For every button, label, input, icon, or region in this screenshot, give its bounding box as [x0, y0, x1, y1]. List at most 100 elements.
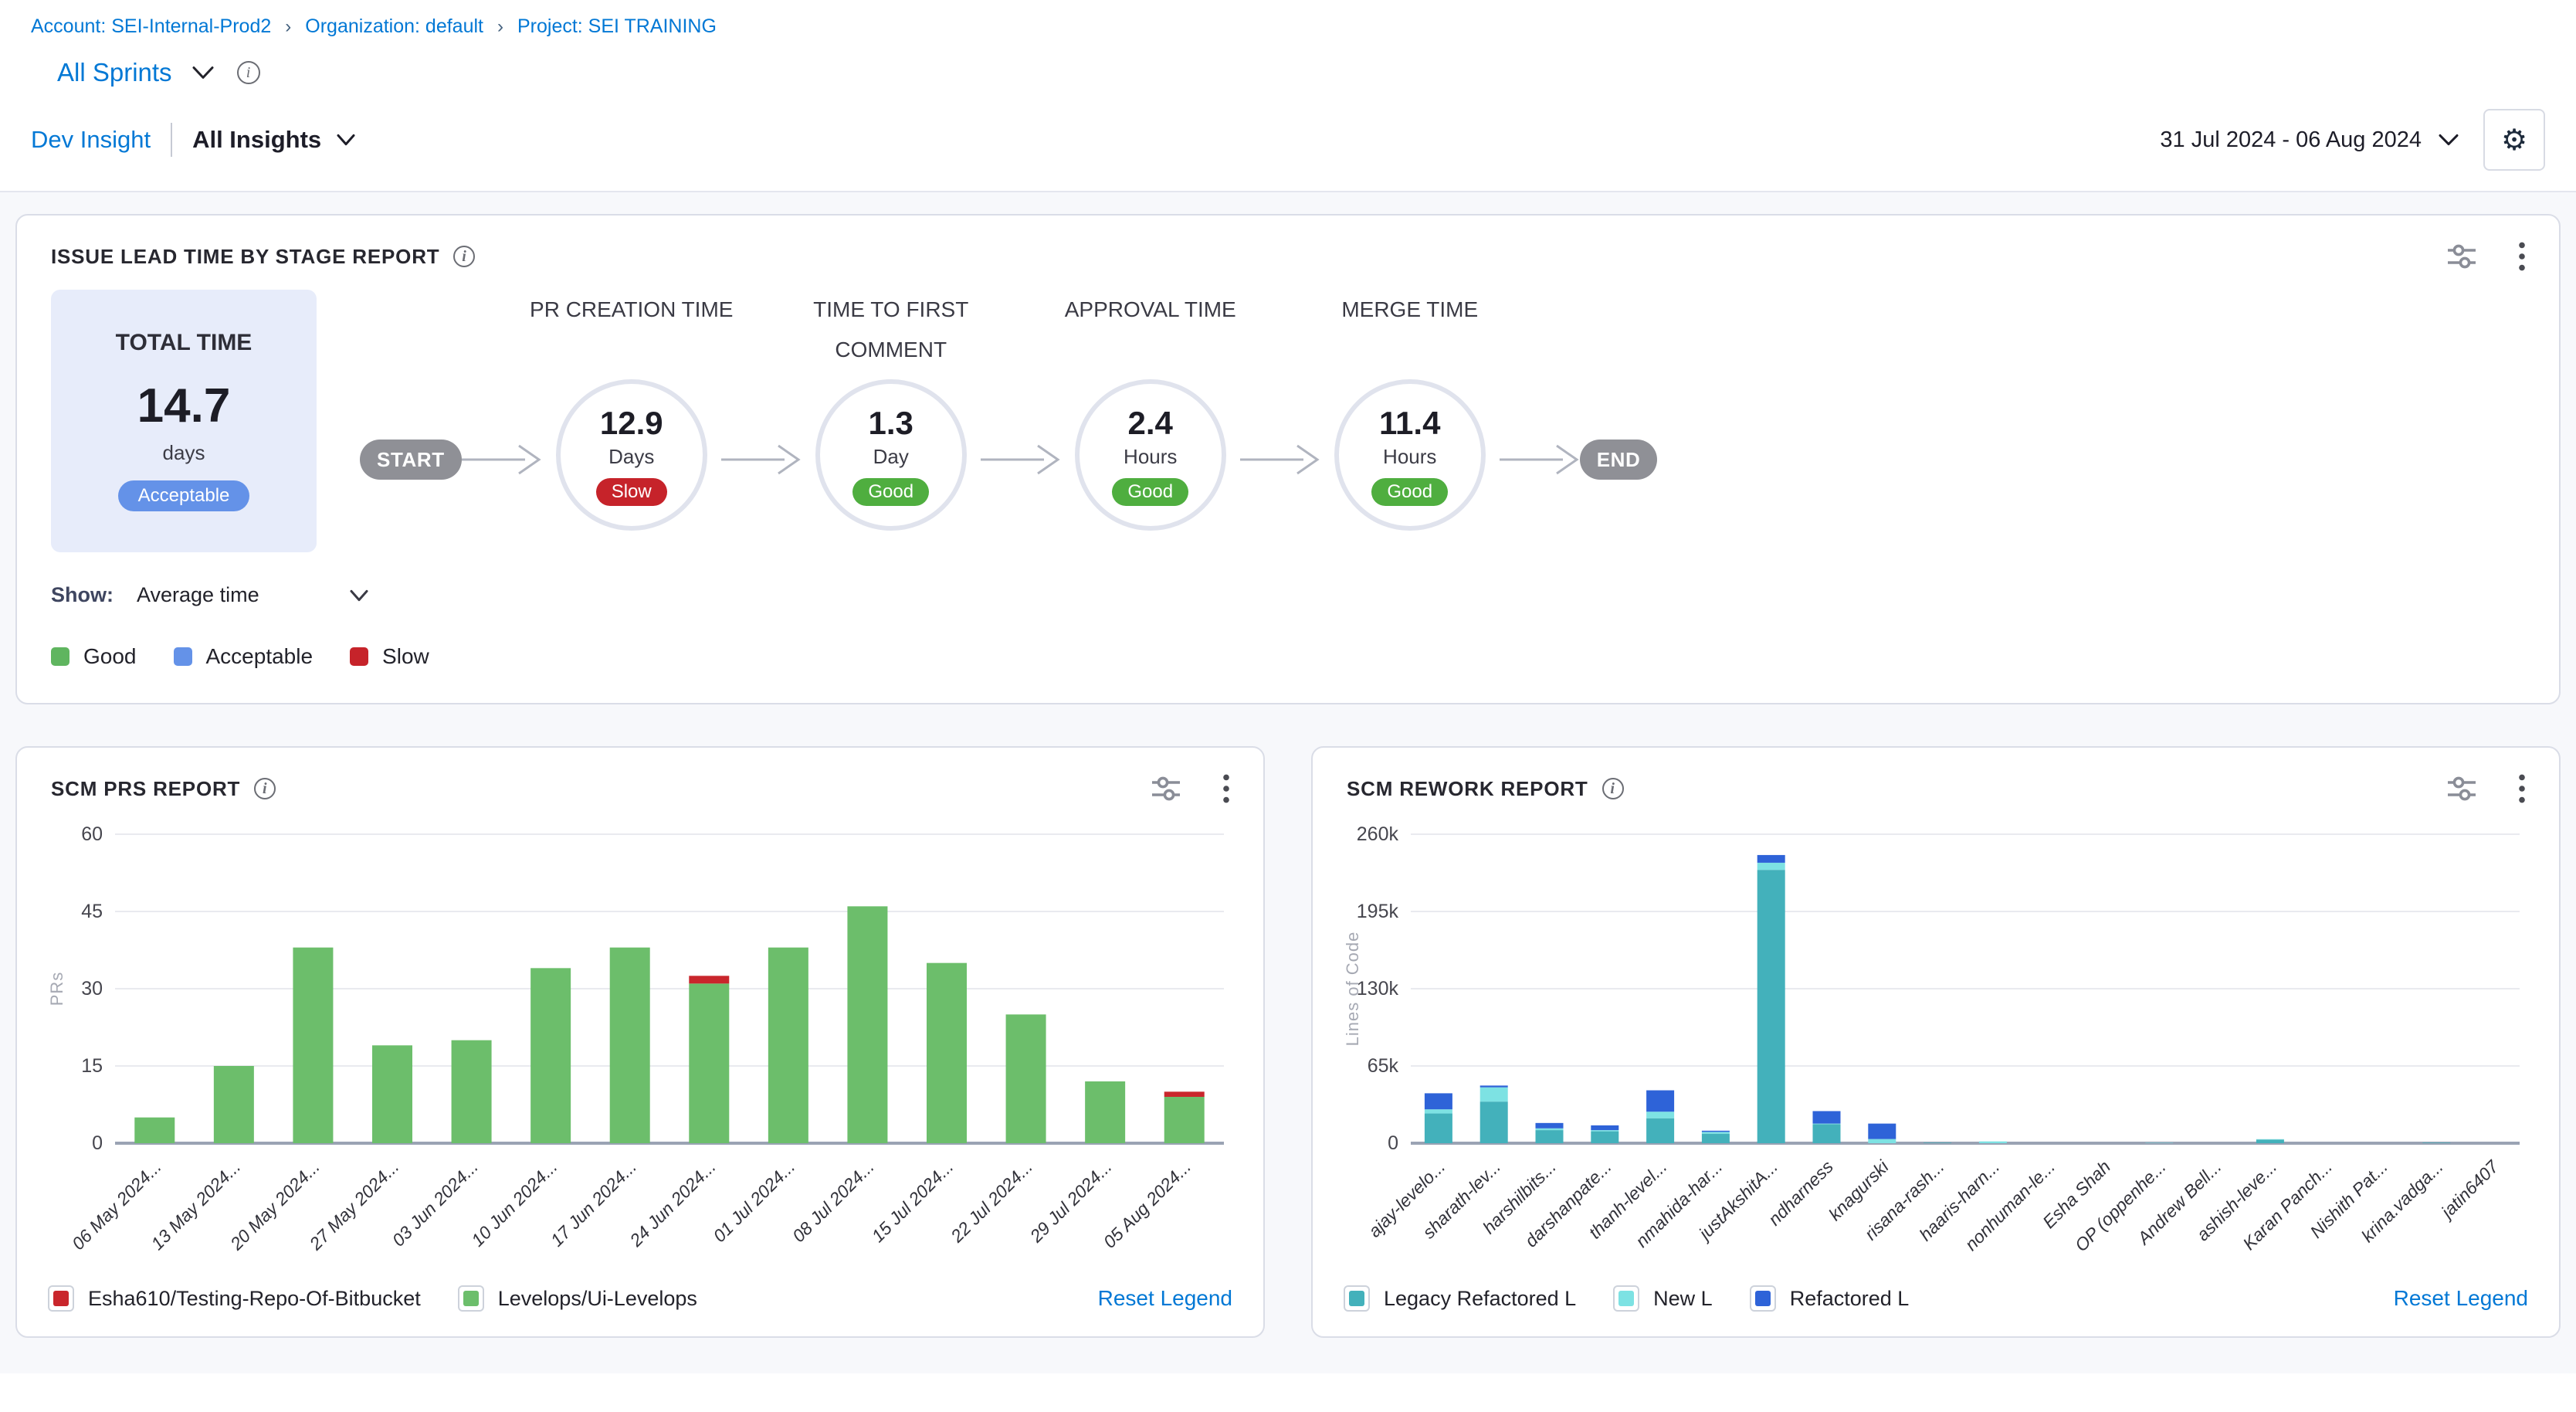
- total-time-card: TOTAL TIME 14.7 days Acceptable: [51, 290, 317, 552]
- widget-filters-button[interactable]: [2446, 776, 2477, 802]
- stage-unit: Hours: [1383, 445, 1436, 469]
- breadcrumb-organization-link[interactable]: Organization: default: [305, 15, 483, 38]
- svg-text:260k: 260k: [1357, 823, 1399, 845]
- legend-color-swatch: [53, 1291, 69, 1306]
- settings-button[interactable]: ⚙: [2483, 109, 2545, 171]
- gear-icon: ⚙: [2501, 123, 2527, 157]
- svg-text:65k: 65k: [1368, 1055, 1399, 1077]
- stage-circle: 1.3DayGood: [815, 379, 967, 531]
- panel-header: ISSUE LEAD TIME BY STAGE REPORT: [17, 216, 2559, 271]
- kebab-menu-icon: [1223, 774, 1229, 803]
- panel-title-text: SCM PRS REPORT: [51, 777, 240, 801]
- stage-unit: Hours: [1124, 445, 1177, 469]
- widget-filters-button[interactable]: [1151, 776, 1181, 802]
- insight-selector[interactable]: All Insights: [192, 126, 355, 154]
- legend-item[interactable]: Acceptable: [174, 644, 314, 669]
- sliders-icon: [2446, 776, 2477, 802]
- svg-text:195k: 195k: [1357, 901, 1399, 922]
- page: Account: SEI-Internal-Prod2 › Organizati…: [0, 0, 2576, 1373]
- vertical-divider: [171, 123, 172, 157]
- panel-header-icons: [2446, 774, 2525, 803]
- breadcrumb-account-link[interactable]: Account: SEI-Internal-Prod2: [31, 15, 271, 38]
- legend-item[interactable]: Refactored L: [1750, 1285, 1910, 1312]
- stage-badge: Good: [852, 478, 929, 506]
- flow-arrow: [981, 440, 1061, 480]
- date-range-selector[interactable]: 31 Jul 2024 - 06 Aug 2024: [2160, 127, 2459, 153]
- legend-item[interactable]: Slow: [350, 644, 429, 669]
- panel-header-icons: [1151, 774, 1229, 803]
- chevron-down-icon: [192, 66, 214, 80]
- svg-text:130k: 130k: [1357, 978, 1399, 1000]
- chevron-down-icon: [337, 134, 355, 146]
- stage-circle: 11.4 Hours Good: [1334, 379, 1486, 531]
- reset-legend-link[interactable]: Reset Legend: [2394, 1286, 2528, 1311]
- legend-item[interactable]: Esha610/Testing-Repo-Of-Bitbucket: [48, 1285, 421, 1312]
- legend-label: Levelops/Ui-Levelops: [498, 1287, 697, 1311]
- legend-color-swatch: [1349, 1291, 1364, 1306]
- svg-text:45: 45: [81, 901, 103, 922]
- info-icon[interactable]: [254, 778, 276, 799]
- breadcrumb-project-link[interactable]: Project: SEI TRAINING: [517, 15, 717, 38]
- total-time-label: TOTAL TIME: [66, 330, 301, 356]
- sliders-icon: [2446, 243, 2477, 270]
- info-icon[interactable]: [237, 61, 260, 84]
- panel-header-icons: [2446, 242, 2525, 271]
- dev-insight-link[interactable]: Dev Insight: [31, 126, 151, 154]
- widget-menu-button[interactable]: [1223, 774, 1229, 803]
- legend-checkbox: [1344, 1285, 1370, 1312]
- insight-selector-label: All Insights: [192, 126, 321, 154]
- flow-end-pill: END: [1580, 440, 1658, 480]
- legend-label: Refactored L: [1790, 1287, 1910, 1311]
- legend-label: Slow: [382, 644, 429, 669]
- legend-item[interactable]: Good: [51, 644, 137, 669]
- stage-title: APPROVAL TIME: [1015, 290, 1286, 370]
- lead-time-flow: STARTPR CREATION TIME12.9DaysSlowTIME TO…: [360, 290, 1657, 531]
- panel-title-text: SCM REWORK REPORT: [1347, 777, 1588, 801]
- svg-text:01 Jul 2024...: 01 Jul 2024...: [709, 1156, 798, 1246]
- info-icon[interactable]: [453, 246, 475, 267]
- total-time-unit: days: [66, 441, 301, 465]
- date-range-value: 31 Jul 2024 - 06 Aug 2024: [2160, 127, 2422, 153]
- prs-chart-legend: Esha610/Testing-Repo-Of-Bitbucket Levelop…: [17, 1282, 1263, 1336]
- widget-menu-button[interactable]: [2519, 774, 2525, 803]
- stage-value: 1.3: [869, 405, 913, 442]
- widget-filters-button[interactable]: [2446, 243, 2477, 270]
- legend-item[interactable]: Levelops/Ui-Levelops: [458, 1285, 697, 1312]
- insight-bar: Dev Insight All Insights 31 Jul 2024 - 0…: [0, 100, 2576, 191]
- legend-color-swatch: [174, 647, 192, 666]
- svg-text:PRs: PRs: [47, 972, 66, 1006]
- reset-legend-link[interactable]: Reset Legend: [1098, 1286, 1232, 1311]
- lead-time-body: TOTAL TIME 14.7 days Acceptable STARTPR …: [17, 271, 2559, 552]
- info-icon[interactable]: [1602, 778, 1624, 799]
- stage-value: 2.4: [1128, 405, 1173, 442]
- lead-time-stage: APPROVAL TIME2.4HoursGood: [1061, 290, 1240, 531]
- svg-text:29 Jul 2024...: 29 Jul 2024...: [1025, 1156, 1116, 1247]
- legend-item[interactable]: New L: [1613, 1285, 1713, 1312]
- panel-title: ISSUE LEAD TIME BY STAGE REPORT: [51, 245, 475, 269]
- svg-text:22 Jul 2024...: 22 Jul 2024...: [946, 1156, 1036, 1247]
- flow-arrow-icon: [462, 440, 542, 480]
- panel-title: SCM REWORK REPORT: [1347, 777, 1624, 801]
- widget-menu-button[interactable]: [2519, 242, 2525, 271]
- total-time-badge: Acceptable: [118, 480, 250, 511]
- legend-color-swatch: [51, 647, 69, 666]
- legend-color-swatch: [463, 1291, 479, 1306]
- show-dropdown[interactable]: Average time: [137, 583, 368, 607]
- panel-header: SCM REWORK REPORT: [1313, 748, 2559, 803]
- sprint-selector[interactable]: All Sprints: [57, 58, 214, 87]
- breadcrumb-separator-icon: ›: [497, 16, 503, 38]
- stage-title: PR CREATION TIME: [496, 290, 768, 370]
- svg-text:08 Jul 2024...: 08 Jul 2024...: [788, 1156, 878, 1246]
- panel-title-text: ISSUE LEAD TIME BY STAGE REPORT: [51, 245, 439, 269]
- charts-row: SCM PRS REPORT: [15, 746, 2561, 1338]
- stage-value: 11.4: [1379, 405, 1440, 442]
- prs-bar-chart[interactable]: 015304560PRs06 May 2024...13 May 2024...…: [44, 816, 1236, 1282]
- legend-item[interactable]: Legacy Refactored L: [1344, 1285, 1576, 1312]
- breadcrumb: Account: SEI-Internal-Prod2 › Organizati…: [31, 15, 2545, 38]
- svg-text:30: 30: [81, 978, 103, 1000]
- flow-arrow: [462, 440, 542, 480]
- stage-badge: Good: [1371, 478, 1448, 506]
- legend-label: Acceptable: [206, 644, 314, 669]
- rework-bar-chart[interactable]: 065k130k195k260kLines of Codeajay-levelo…: [1340, 816, 2532, 1282]
- stage-value: 12.9: [600, 405, 663, 442]
